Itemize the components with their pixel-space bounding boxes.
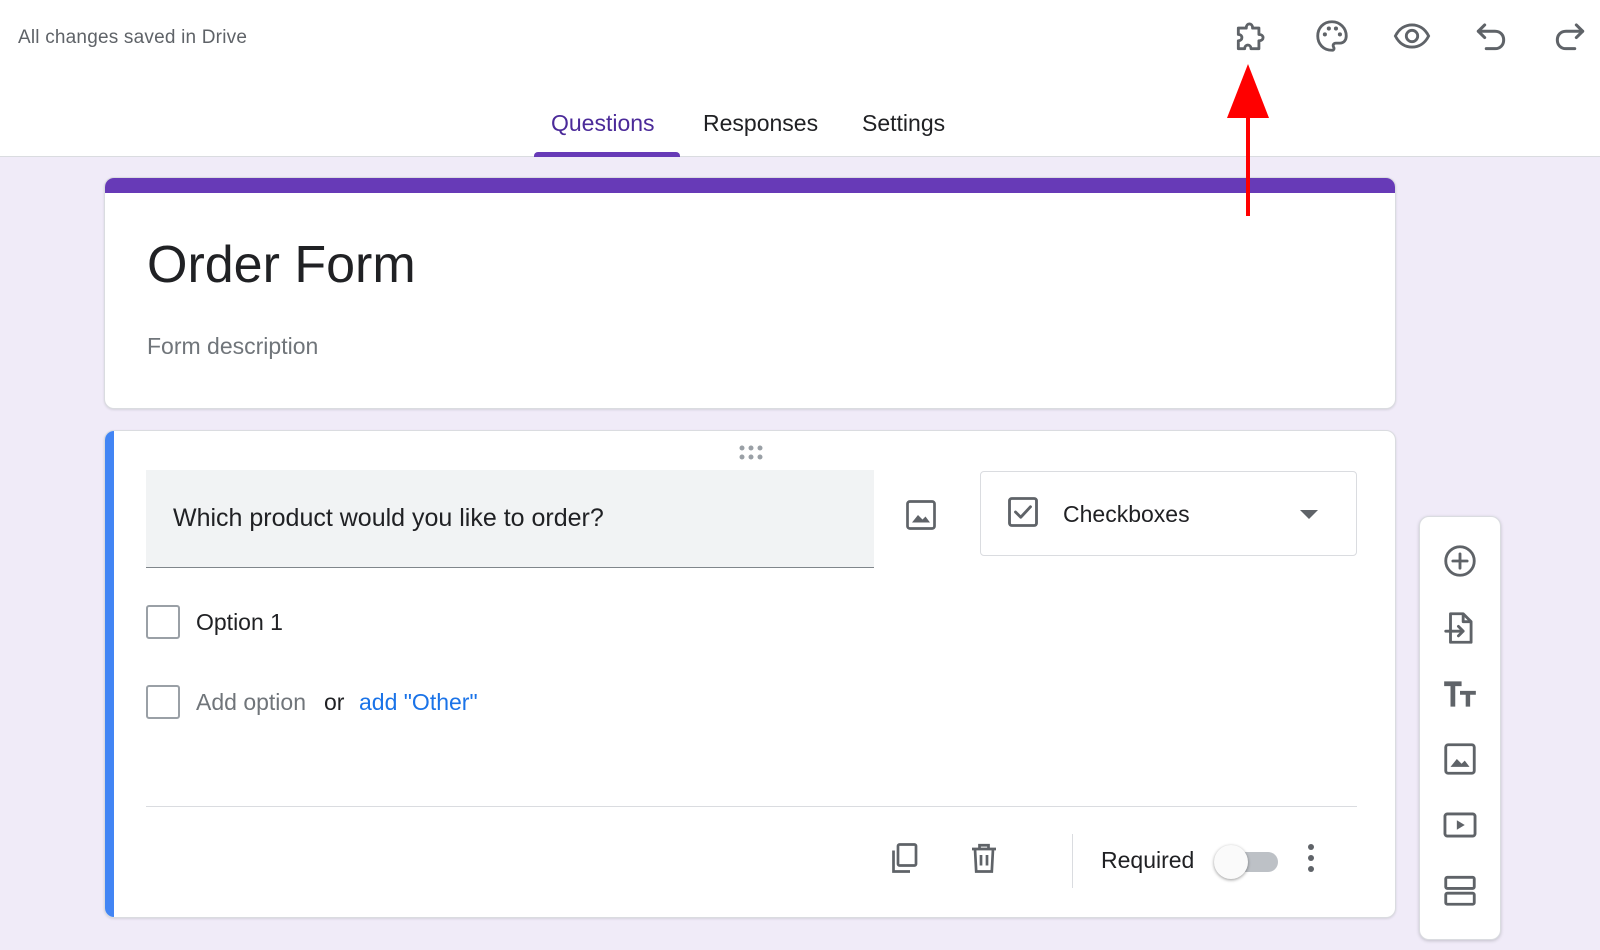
- save-status-text: All changes saved in Drive: [18, 27, 248, 48]
- question-title-input[interactable]: Which product would you like to order?: [146, 470, 874, 568]
- footer-vertical-divider: [1072, 834, 1073, 888]
- or-text: or: [324, 689, 345, 715]
- question-card[interactable]: Which product would you like to order? C…: [104, 430, 1396, 918]
- question-active-accent: [105, 431, 114, 917]
- form-title-card: Order Form Form description: [104, 177, 1396, 409]
- palette-icon: [1316, 20, 1348, 52]
- preview-eye-icon: [1393, 23, 1431, 49]
- form-title[interactable]: Order Form: [147, 235, 416, 295]
- trash-icon: [972, 843, 996, 873]
- add-question-button[interactable]: [1437, 538, 1483, 584]
- duplicate-icon: [892, 843, 918, 873]
- add-section-button[interactable]: [1437, 867, 1483, 913]
- top-bar: All changes saved in Drive Questions Res…: [0, 0, 1600, 157]
- add-option-checkbox: [146, 685, 180, 719]
- question-type-dropdown[interactable]: Checkboxes: [980, 471, 1357, 556]
- image-icon: [906, 500, 936, 530]
- more-options-button[interactable]: [1295, 834, 1327, 882]
- more-vert-icon: [1308, 844, 1314, 872]
- redo-button[interactable]: [1542, 8, 1598, 64]
- add-title-icon: [1444, 681, 1476, 707]
- import-questions-button[interactable]: [1437, 605, 1483, 651]
- question-title-text: Which product would you like to order?: [173, 504, 604, 532]
- preview-button[interactable]: [1384, 8, 1440, 64]
- required-label: Required: [1101, 847, 1195, 873]
- add-image-icon: [1444, 743, 1476, 775]
- side-toolbar: [1419, 516, 1501, 940]
- add-title-button[interactable]: [1437, 671, 1483, 717]
- option-checkbox: [146, 605, 180, 639]
- add-video-button[interactable]: [1437, 802, 1483, 848]
- tab-settings[interactable]: Settings: [862, 110, 945, 137]
- tab-questions[interactable]: Questions: [551, 110, 655, 137]
- palette-button[interactable]: [1304, 8, 1360, 64]
- add-section-icon: [1444, 875, 1476, 906]
- add-option-input[interactable]: Add option: [196, 689, 306, 716]
- question-footer-divider: [146, 806, 1357, 807]
- redo-icon: [1555, 23, 1585, 51]
- add-video-icon: [1443, 812, 1477, 838]
- checkbox-checked-icon: [1008, 497, 1038, 527]
- add-image-button[interactable]: [1437, 736, 1483, 782]
- dropdown-caret-icon: [1300, 510, 1318, 519]
- form-description-field[interactable]: Form description: [147, 333, 318, 360]
- drag-handle-icon[interactable]: [736, 443, 772, 463]
- delete-question-button[interactable]: [960, 834, 1008, 882]
- active-tab-indicator: [534, 152, 680, 157]
- add-question-icon: [1444, 545, 1476, 577]
- toggle-knob: [1214, 845, 1248, 879]
- tab-bar: Questions Responses Settings: [0, 95, 1600, 157]
- addons-button[interactable]: [1223, 8, 1279, 64]
- undo-button[interactable]: [1463, 8, 1519, 64]
- undo-icon: [1476, 23, 1506, 51]
- question-type-label: Checkboxes: [1063, 501, 1190, 527]
- title-card-accent: [105, 178, 1395, 193]
- required-toggle[interactable]: [1214, 845, 1278, 879]
- addons-icon: [1236, 22, 1265, 51]
- tab-responses[interactable]: Responses: [703, 110, 818, 137]
- add-other-link[interactable]: add "Other": [359, 689, 478, 716]
- duplicate-question-button[interactable]: [880, 834, 928, 882]
- option-label[interactable]: Option 1: [196, 609, 283, 636]
- import-questions-icon: [1444, 612, 1473, 644]
- add-image-to-question-button[interactable]: [899, 493, 943, 537]
